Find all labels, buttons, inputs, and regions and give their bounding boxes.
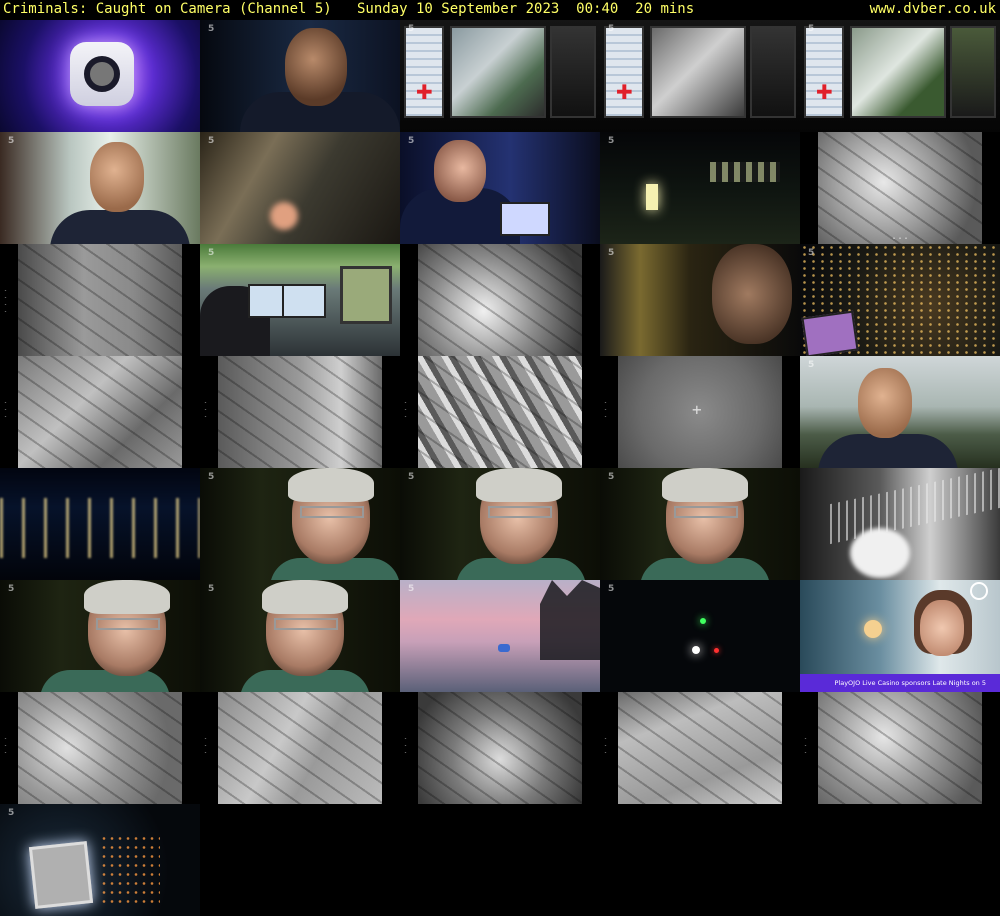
ad-banner: PlayOJO Live Casino sponsors Late Nights…: [800, 674, 1000, 692]
thumbnail[interactable]: ---: [200, 356, 400, 468]
channel-logo: 5: [208, 472, 215, 482]
thumbnail[interactable]: 5: [600, 132, 800, 244]
thumbnail[interactable]: 5: [0, 804, 200, 916]
channel-logo: 5: [808, 248, 815, 258]
thumbnail[interactable]: ---: [0, 356, 200, 468]
thumbnail[interactable]: ----: [0, 244, 200, 356]
channel-5-logo-icon: [970, 582, 988, 600]
programme-title: Criminals: Caught on Camera (Channel 5) …: [3, 1, 695, 17]
thumbnail[interactable]: [400, 244, 600, 356]
channel-logo: 5: [808, 24, 815, 34]
thumbnail[interactable]: 5: [600, 580, 800, 692]
thumbnail[interactable]: ---: [0, 692, 200, 804]
thumbnail[interactable]: 5: [400, 20, 600, 132]
thumbnail[interactable]: ---: [800, 692, 1000, 804]
thumbnail[interactable]: 5: [800, 356, 1000, 468]
thumbnail[interactable]: 5: [0, 132, 200, 244]
thumbnail[interactable]: 5: [600, 244, 800, 356]
channel-logo: 5: [208, 584, 215, 594]
channel-logo: 5: [208, 24, 215, 34]
channel-logo: 5: [408, 472, 415, 482]
thumbnail[interactable]: ---: [600, 356, 800, 468]
thumbnail[interactable]: [800, 468, 1000, 580]
thumbnail[interactable]: 5: [800, 244, 1000, 356]
channel-logo: 5: [208, 136, 215, 146]
thumbnail[interactable]: ---: [200, 692, 400, 804]
camera-app-icon: [70, 42, 134, 106]
thumbnail[interactable]: 5: [200, 580, 400, 692]
thumbnail[interactable]: 5: [200, 244, 400, 356]
header-bar: Criminals: Caught on Camera (Channel 5) …: [0, 0, 1000, 20]
thumbnail[interactable]: 5: [400, 580, 600, 692]
channel-logo: 5: [408, 24, 415, 34]
channel-logo: 5: [608, 248, 615, 258]
thumbnail[interactable]: 5: [600, 468, 800, 580]
thumbnail[interactable]: 5: [600, 20, 800, 132]
thumbnail[interactable]: ---: [400, 356, 600, 468]
thumbnail[interactable]: ---: [600, 692, 800, 804]
channel-logo: 5: [408, 584, 415, 594]
thumbnail[interactable]: 5: [200, 468, 400, 580]
channel-logo: 5: [8, 584, 15, 594]
thumbnail[interactable]: 5: [800, 20, 1000, 132]
channel-logo: 5: [8, 136, 15, 146]
thumbnail[interactable]: • • •: [800, 132, 1000, 244]
thumbnail[interactable]: [0, 20, 200, 132]
channel-logo: 5: [608, 584, 615, 594]
thumbnail-grid: 5 5 5 5 5 5 5 5 • • • ---- 5: [0, 20, 1000, 916]
thumbnail[interactable]: 5: [400, 468, 600, 580]
thumbnail[interactable]: [0, 468, 200, 580]
thumbnail[interactable]: 5: [0, 580, 200, 692]
thumbnail[interactable]: PlayOJO Live Casino sponsors Late Nights…: [800, 580, 1000, 692]
thumbnail[interactable]: 5: [400, 132, 600, 244]
thumbnail[interactable]: 5: [200, 132, 400, 244]
channel-logo: 5: [608, 24, 615, 34]
channel-logo: 5: [608, 136, 615, 146]
thumbnail[interactable]: ---: [400, 692, 600, 804]
channel-logo: 5: [808, 360, 815, 370]
thumbnail[interactable]: 5: [200, 20, 400, 132]
channel-logo: 5: [8, 808, 15, 818]
channel-logo: 5: [608, 472, 615, 482]
site-link[interactable]: www.dvber.co.uk: [870, 0, 996, 18]
channel-logo: 5: [208, 248, 215, 258]
channel-logo: 5: [408, 136, 415, 146]
